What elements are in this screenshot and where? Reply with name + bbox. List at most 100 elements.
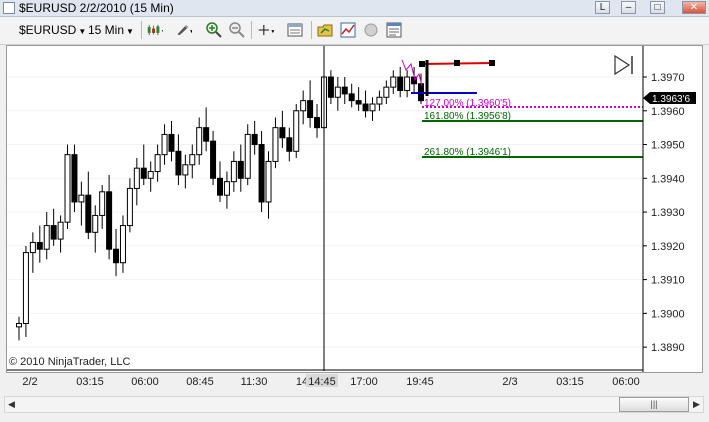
trend-anchor[interactable] [419, 61, 425, 67]
candle-up [22, 252, 29, 324]
candle-down [50, 225, 57, 240]
interval-selector[interactable]: 15 Min ▼ [88, 21, 134, 39]
app-icon [3, 2, 15, 14]
fib-label-161: 161.80% (1.3956'8) [424, 111, 511, 122]
close-button[interactable]: ✕ [682, 1, 706, 14]
candle-up [161, 133, 168, 156]
candle-up [376, 96, 383, 105]
drawing-tool-icon[interactable]: ▼ [176, 22, 192, 38]
candle-up [223, 181, 230, 196]
toolbar-divider [311, 21, 312, 39]
fib-label-127: 127.00% (1.3960'5) [424, 98, 511, 109]
candle-down [258, 144, 265, 203]
time-label: 17:00 [350, 376, 378, 388]
time-label: 19:45 [406, 376, 434, 388]
candle-up [404, 76, 411, 92]
minimize-button[interactable]: – [621, 1, 636, 14]
scrollbar-thumb[interactable]: ||| [619, 397, 689, 412]
svg-text:▼: ▼ [270, 29, 274, 35]
candle-down [106, 191, 113, 250]
candle-down [203, 127, 210, 142]
candle-down [327, 76, 334, 98]
time-label: 06:00 [612, 376, 640, 388]
trend-anchor[interactable] [489, 60, 495, 66]
maximize-button[interactable]: □ [650, 1, 665, 14]
candle-up [16, 322, 22, 328]
svg-text:▼: ▼ [189, 29, 192, 35]
indicators-icon[interactable] [340, 22, 356, 38]
toolbar-divider [251, 21, 252, 39]
price-label: 1.3960 [651, 106, 685, 118]
time-label: 2/3 [502, 376, 517, 388]
candle-up [43, 225, 50, 250]
candle-down [286, 137, 293, 152]
properties-icon[interactable] [386, 22, 402, 38]
chevron-down-icon: ▼ [78, 27, 87, 36]
candle-down [175, 150, 182, 176]
fib-label-261: 261.80% (1.3946'1) [424, 147, 511, 158]
candle-down [307, 100, 314, 119]
price-label: 1.3930 [651, 207, 685, 219]
data-box-icon[interactable] [287, 22, 303, 38]
crosshair-icon[interactable]: ▼ [258, 22, 274, 38]
time-label: 14:45 [308, 376, 336, 388]
price-label: 1.3890 [651, 342, 685, 354]
time-axis: 2/2 03:15 06:00 08:45 11:30 14 14:45 17:00 19:45… [22, 374, 640, 388]
time-label: 11:30 [241, 376, 268, 388]
candle-up [230, 160, 237, 183]
candle-up [64, 154, 71, 223]
candle-up [196, 127, 203, 156]
price-label: 1.3950 [651, 140, 685, 152]
candle-up [119, 225, 126, 264]
svg-text:1.3963'6: 1.3963'6 [652, 94, 690, 105]
candle-up [293, 110, 300, 152]
candle-down [71, 154, 78, 203]
price-label: 1.3970 [651, 72, 685, 84]
candle-up [182, 164, 189, 176]
candle-up [154, 154, 161, 173]
scroll-right-icon[interactable]: ▶ [693, 399, 700, 410]
price-axis: 1.3970 1.3960 1.3950 1.3940 1.3930 1.3920 1.39… [643, 72, 685, 354]
chart-style-icon[interactable]: ▼ [147, 22, 163, 38]
scroll-left-icon[interactable]: ◀ [8, 399, 15, 410]
trend-anchor[interactable] [454, 60, 460, 66]
candle-down [113, 248, 120, 264]
candle-down [210, 140, 217, 179]
candle-down [251, 133, 258, 146]
candle-up [78, 194, 85, 203]
time-label: 03:15 [76, 376, 104, 388]
candle-up [390, 76, 397, 88]
price-label: 1.3940 [651, 173, 685, 185]
candle-up [29, 241, 36, 254]
candle-up [126, 187, 133, 227]
window-title: $EURUSD 2/2/2010 (15 Min) [19, 1, 174, 15]
goto-end-icon[interactable] [614, 54, 633, 76]
candle-down [140, 167, 147, 179]
candle-up [99, 191, 106, 216]
chevron-down-icon: ▼ [126, 27, 134, 36]
candle-up [244, 133, 251, 179]
candles [16, 66, 424, 341]
price-label: 1.3920 [651, 241, 685, 253]
current-price-marker: 1.3963'6 [643, 92, 696, 105]
svg-text:▼: ▼ [161, 29, 163, 35]
chart-toolbar: $EURUSD▼ 15 Min▼ ▼ ▼ ▼ [0, 17, 709, 45]
zoom-out-icon[interactable] [229, 22, 245, 38]
candle-down [314, 117, 321, 129]
chart-trader-icon[interactable] [363, 22, 379, 38]
candle-up [133, 167, 140, 189]
candle-down [85, 194, 92, 233]
price-chart[interactable]: 127.00% (1.3960'5) 161.80% (1.3956'8) 26… [6, 45, 703, 373]
candle-down [279, 127, 286, 139]
horizontal-scrollbar[interactable]: ◀ ||| ▶ [4, 396, 704, 413]
toolbar-divider [141, 21, 142, 39]
instrument-selector[interactable]: $EURUSD ▼ [19, 21, 86, 39]
link-button[interactable]: L [595, 1, 610, 14]
time-label: 2/2 [22, 376, 37, 388]
zoom-in-icon[interactable] [206, 22, 222, 38]
strategies-icon[interactable] [317, 22, 333, 38]
window-titlebar[interactable]: $EURUSD 2/2/2010 (15 Min) L – □ ✕ [0, 0, 709, 17]
chart-canvas[interactable]: 127.00% (1.3960'5) 161.80% (1.3956'8) 26… [7, 46, 702, 372]
candle-down [362, 103, 369, 112]
candle-up [272, 127, 279, 162]
